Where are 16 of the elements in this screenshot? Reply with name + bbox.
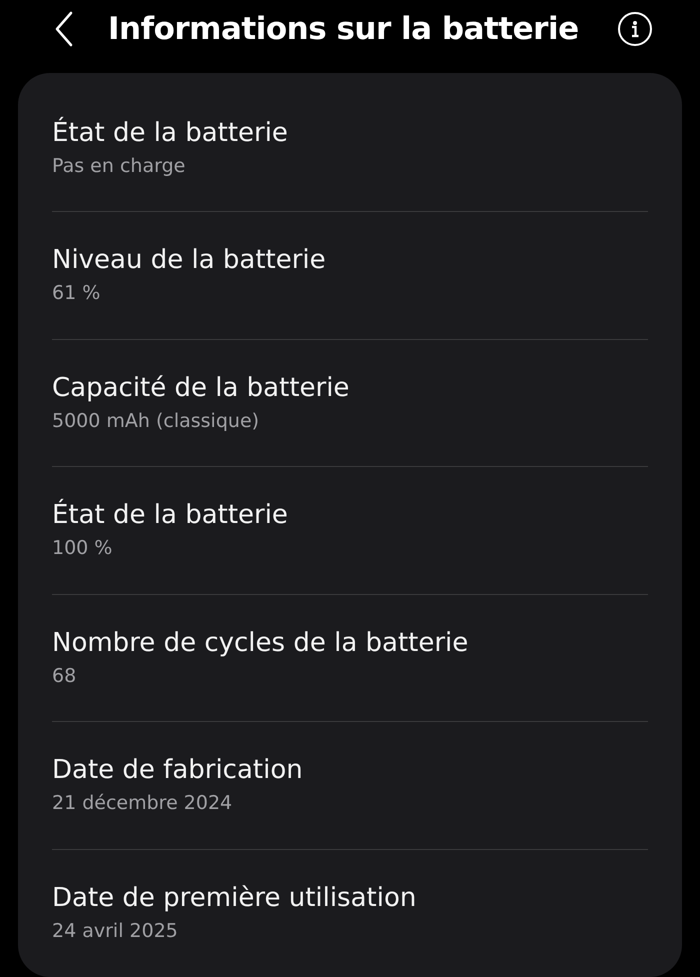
setting-label: Date de fabrication [52,754,304,788]
setting-label: État de la batterie [52,116,289,150]
info-icon[interactable] [618,12,652,46]
setting-label: Niveau de la batterie [52,244,327,278]
setting-value: 68 [52,664,78,689]
setting-value: 100 % [52,536,114,562]
setting-label: Nombre de cycles de la batterie [52,626,470,660]
setting-label: Capacité de la batterie [52,372,350,405]
setting-label: Date de première utilisation [52,882,418,916]
setting-value: 5000 mAh (classique) [52,408,260,434]
page-title: Informations sur la batterie [108,10,579,48]
setting-value: Pas en charge [52,154,186,179]
setting-value: 21 décembre 2024 [52,791,234,816]
setting-label: État de la batterie [52,498,289,532]
setting-value: 61 % [52,281,102,306]
setting-value: 24 avril 2025 [52,919,179,944]
